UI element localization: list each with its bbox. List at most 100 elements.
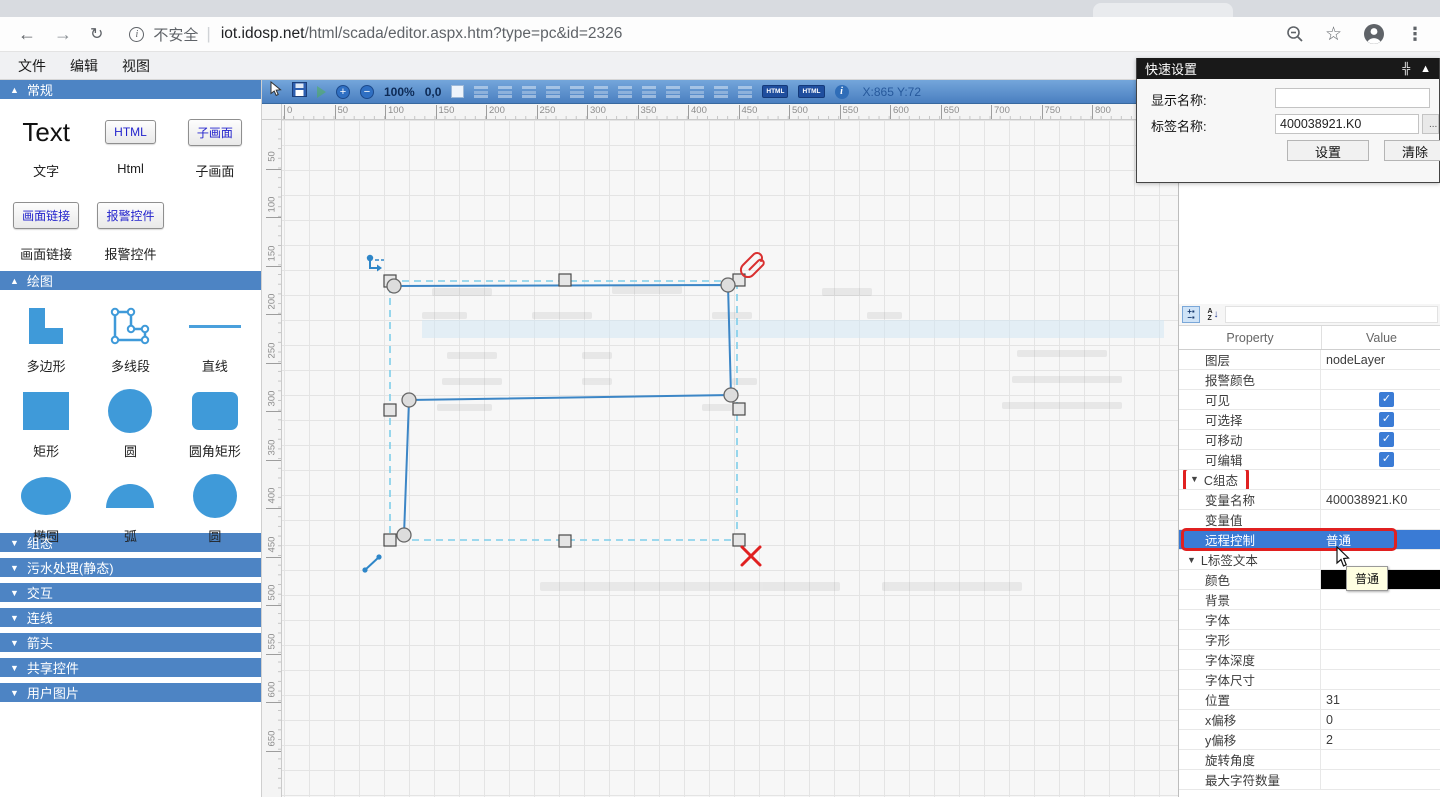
sort-az-icon[interactable]: AZ↓	[1204, 306, 1222, 323]
tool-item[interactable]: 子画面子画面	[173, 107, 257, 184]
property-value[interactable]: ✓	[1321, 410, 1440, 429]
property-value[interactable]: 400038921.K0	[1321, 490, 1440, 509]
html-view-icon[interactable]: HTML	[762, 85, 788, 98]
tool-item[interactable]: HTMLHtml	[88, 107, 172, 184]
draw-tool[interactable]: 弧	[88, 470, 172, 545]
tag-name-input[interactable]	[1275, 114, 1419, 134]
sidebar-section-draw[interactable]: ▲ 绘图	[0, 271, 261, 290]
security-label[interactable]: 不安全	[153, 24, 198, 45]
avatar[interactable]	[1363, 23, 1385, 45]
property-row[interactable]: 图层nodeLayer	[1179, 350, 1440, 370]
property-value[interactable]: nodeLayer	[1321, 350, 1440, 369]
select-tool-icon[interactable]	[269, 81, 282, 102]
page-info-icon[interactable]: i	[129, 27, 144, 42]
sidebar-section-general[interactable]: ▲ 常规	[0, 80, 261, 99]
collapse-panel-icon[interactable]: ▲	[1420, 63, 1431, 75]
sidebar-section-共享控件[interactable]: ▼共享控件	[0, 658, 261, 677]
align-top-icon[interactable]	[594, 86, 608, 98]
property-row[interactable]: 背景	[1179, 590, 1440, 610]
sidebar-section-连线[interactable]: ▼连线	[0, 608, 261, 627]
canvas-size-icon[interactable]	[451, 85, 464, 98]
group-icon[interactable]	[474, 86, 488, 98]
delete-x-icon[interactable]	[742, 547, 760, 565]
set-button[interactable]: 设置	[1287, 140, 1369, 161]
tool-item[interactable]: 画面链接画面链接	[4, 190, 88, 267]
tag-browse-button[interactable]: ...	[1422, 114, 1439, 134]
tool-item[interactable]: 报警控件报警控件	[88, 190, 172, 267]
tool-button[interactable]: 画面链接	[13, 202, 79, 229]
sidebar-section-箭头[interactable]: ▼箭头	[0, 633, 261, 652]
draw-tool[interactable]: 圆角矩形	[173, 385, 257, 460]
bookmark-star-icon[interactable]: ☆	[1325, 23, 1342, 46]
tool-button[interactable]: 报警控件	[97, 202, 163, 229]
property-row[interactable]: 颜色	[1179, 570, 1440, 590]
property-value[interactable]: 2	[1321, 730, 1440, 749]
property-row[interactable]: 字形	[1179, 630, 1440, 650]
categorized-view-icon[interactable]: +▪−▪	[1182, 306, 1200, 323]
dock-icon[interactable]: ╬	[1402, 63, 1410, 75]
zoom-out-icon[interactable]: −	[360, 85, 374, 99]
property-value[interactable]	[1321, 630, 1440, 649]
draw-tool[interactable]: 直线	[173, 300, 257, 375]
property-row[interactable]: 可见✓	[1179, 390, 1440, 410]
property-row[interactable]: x偏移0	[1179, 710, 1440, 730]
property-category-row[interactable]: ▼C组态	[1179, 470, 1440, 490]
tool-button[interactable]: 子画面	[188, 119, 242, 146]
info-icon[interactable]: i	[835, 85, 849, 99]
checkbox-checked-icon[interactable]: ✓	[1379, 452, 1394, 467]
draw-tool[interactable]: 圆	[173, 470, 257, 545]
zoom-in-icon[interactable]: +	[336, 85, 350, 99]
tool-button[interactable]: HTML	[105, 120, 156, 144]
ungroup-icon[interactable]	[498, 86, 512, 98]
forward-icon[interactable]: →	[54, 24, 72, 45]
same-height-icon[interactable]	[690, 86, 704, 98]
clear-button[interactable]: 清除	[1384, 140, 1440, 161]
draw-tool[interactable]: 多线段	[88, 300, 172, 375]
tool-item[interactable]: Text文字	[4, 107, 88, 184]
checkbox-checked-icon[interactable]: ✓	[1379, 412, 1394, 427]
design-canvas[interactable]	[282, 120, 1178, 797]
property-value[interactable]	[1321, 650, 1440, 669]
property-row[interactable]: 可编辑✓	[1179, 450, 1440, 470]
run-preview-icon[interactable]	[317, 86, 326, 98]
draw-tool[interactable]: 圆	[88, 385, 172, 460]
property-row[interactable]: 远程控制普通	[1179, 530, 1440, 550]
browser-menu-icon[interactable]: ⋮	[1406, 24, 1424, 45]
url-text[interactable]: iot.idosp.net/html/scada/editor.aspx.htm…	[221, 25, 623, 43]
property-row[interactable]: 字体	[1179, 610, 1440, 630]
edit-nodes-icon[interactable]	[367, 255, 384, 272]
property-category-row[interactable]: ▼L标签文本	[1179, 550, 1440, 570]
property-value[interactable]	[1321, 770, 1440, 789]
add-segment-icon[interactable]	[362, 554, 381, 572]
distribute-v-icon[interactable]	[738, 86, 752, 98]
property-value[interactable]: 0	[1321, 710, 1440, 729]
browser-tab[interactable]	[1093, 3, 1233, 17]
align-center-icon[interactable]	[546, 86, 560, 98]
property-value[interactable]: ✓	[1321, 430, 1440, 449]
property-row[interactable]: 报警颜色	[1179, 370, 1440, 390]
property-value[interactable]	[1321, 590, 1440, 609]
checkbox-checked-icon[interactable]: ✓	[1379, 432, 1394, 447]
property-row[interactable]: y偏移2	[1179, 730, 1440, 750]
align-middle-icon[interactable]	[618, 86, 632, 98]
html-export-icon[interactable]: HTML	[798, 85, 824, 98]
sidebar-section-用户图片[interactable]: ▼用户图片	[0, 683, 261, 702]
align-left-icon[interactable]	[522, 86, 536, 98]
property-value[interactable]: ✓	[1321, 450, 1440, 469]
property-value[interactable]	[1321, 750, 1440, 769]
save-icon[interactable]	[292, 82, 307, 102]
draw-tool[interactable]: 矩形	[4, 385, 88, 460]
property-row[interactable]: 最大字符数量	[1179, 770, 1440, 790]
property-value[interactable]	[1321, 370, 1440, 389]
property-row[interactable]: 位置31	[1179, 690, 1440, 710]
checkbox-checked-icon[interactable]: ✓	[1379, 392, 1394, 407]
sidebar-section-污水处理(静态)[interactable]: ▼污水处理(静态)	[0, 558, 261, 577]
display-name-input[interactable]	[1275, 88, 1430, 108]
same-width-icon[interactable]	[666, 86, 680, 98]
property-row[interactable]: 旋转角度	[1179, 750, 1440, 770]
quick-settings-titlebar[interactable]: 快速设置 ╬ ▲	[1137, 58, 1439, 79]
property-row[interactable]: 可选择✓	[1179, 410, 1440, 430]
property-row[interactable]: 字体尺寸	[1179, 670, 1440, 690]
property-row[interactable]: 字体深度	[1179, 650, 1440, 670]
property-row[interactable]: 变量名称400038921.K0	[1179, 490, 1440, 510]
